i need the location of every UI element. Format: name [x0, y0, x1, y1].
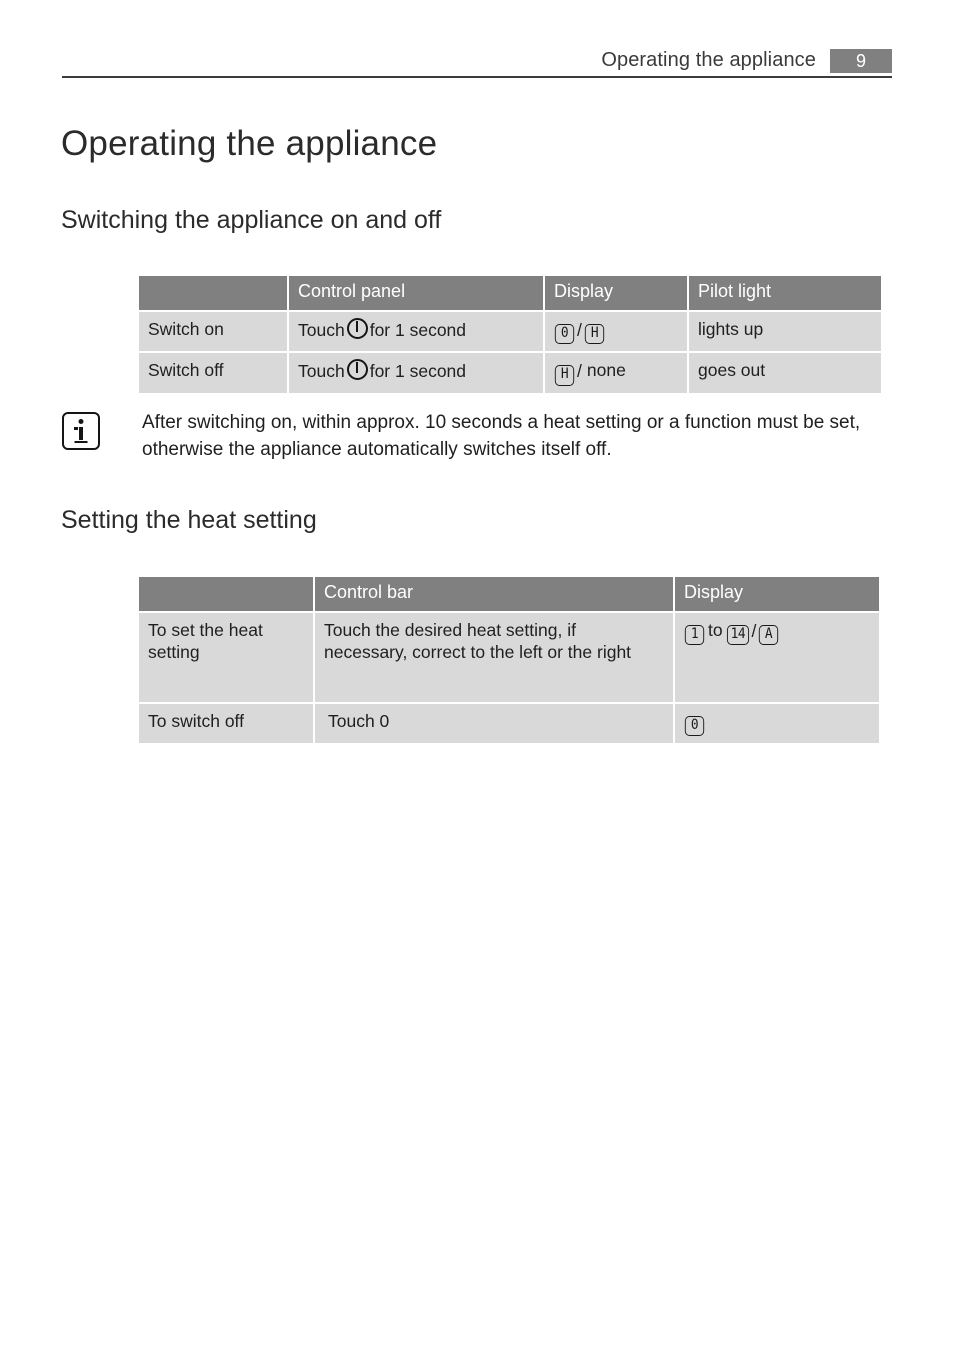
touch-label: Touch [298, 319, 345, 340]
column-header-blank [139, 276, 287, 310]
info-note-text: After switching on, within approx. 10 se… [142, 412, 861, 460]
column-header-control-bar: Control bar [315, 577, 673, 611]
info-note: After switching on, within approx. 10 se… [62, 410, 892, 464]
seven-segment-glyph: 14 [726, 624, 749, 646]
page-number-badge: 9 [830, 49, 892, 73]
table-header-row: Control bar Display [139, 577, 879, 611]
running-header: Operating the appliance 9 [62, 44, 892, 78]
display-separator: / [577, 361, 582, 382]
table-heat-setting: Control bar Display To set the heat sett… [137, 575, 881, 745]
table-row: Switch off Touch for 1 second H / none goes… [139, 353, 881, 393]
info-icon-cap [74, 427, 78, 430]
cell-action: To switch off [139, 703, 313, 744]
seven-segment-glyph: H [584, 323, 605, 345]
header-rule [62, 76, 892, 78]
cell-pilot-light: lights up [689, 311, 881, 352]
cell-pilot-light: goes out [689, 353, 881, 393]
cell-action: Switch off [139, 353, 287, 393]
seven-segment-glyph: 0 [684, 715, 705, 737]
table-row: To switch off Touch 0 0 [139, 703, 879, 744]
column-header-display: Display [675, 577, 879, 611]
seven-segment-glyph: H [554, 365, 575, 386]
cell-control-bar: Touch the desired heat setting, if neces… [315, 612, 673, 702]
cell-action: Switch on [139, 311, 287, 352]
display-separator: / [577, 319, 582, 340]
table-switching-on-off: Control panel Display Pilot light Switch… [137, 274, 883, 395]
page-title: Operating the appliance [61, 124, 438, 163]
cell-action: To set the heat setting [139, 612, 313, 702]
info-icon-stem [79, 427, 83, 440]
seven-segment-glyph: A [759, 624, 779, 646]
column-header-blank [139, 577, 313, 611]
info-icon-base [74, 440, 88, 443]
display-none-label: none [586, 360, 626, 381]
seven-segment-glyph: 0 [554, 323, 575, 345]
info-icon-dot [78, 419, 84, 424]
cell-display: 0/H [545, 311, 687, 352]
table-header-row: Control panel Display Pilot light [139, 276, 881, 310]
column-header-display: Display [545, 276, 687, 310]
info-icon [62, 412, 100, 450]
power-icon [346, 359, 368, 381]
display-range-label: to [708, 619, 723, 640]
power-icon [346, 317, 368, 339]
seven-segment-glyph: 1 [684, 624, 705, 646]
running-header-title: Operating the appliance [601, 49, 816, 71]
duration-label: for 1 second [369, 319, 467, 340]
touch-label: Touch [298, 361, 345, 382]
cell-display: H / none [545, 353, 687, 393]
table-row: Switch on Touch for 1 second 0/H lights u… [139, 311, 881, 352]
section-heading-switching: Switching the appliance on and off [61, 206, 442, 234]
cell-control-bar: Touch 0 [315, 703, 673, 744]
column-header-control-panel: Control panel [289, 276, 543, 310]
duration-label: for 1 second [369, 361, 467, 382]
cell-display: 1 to 14/A [675, 612, 879, 702]
cell-control-panel: Touch for 1 second [289, 353, 543, 393]
cell-display: 0 [675, 703, 879, 744]
cell-control-panel: Touch for 1 second [289, 311, 543, 352]
column-header-pilot-light: Pilot light [689, 276, 881, 310]
display-separator: / [751, 620, 757, 641]
table-row: To set the heat setting Touch the desire… [139, 612, 879, 702]
section-heading-heat: Setting the heat setting [61, 506, 317, 534]
